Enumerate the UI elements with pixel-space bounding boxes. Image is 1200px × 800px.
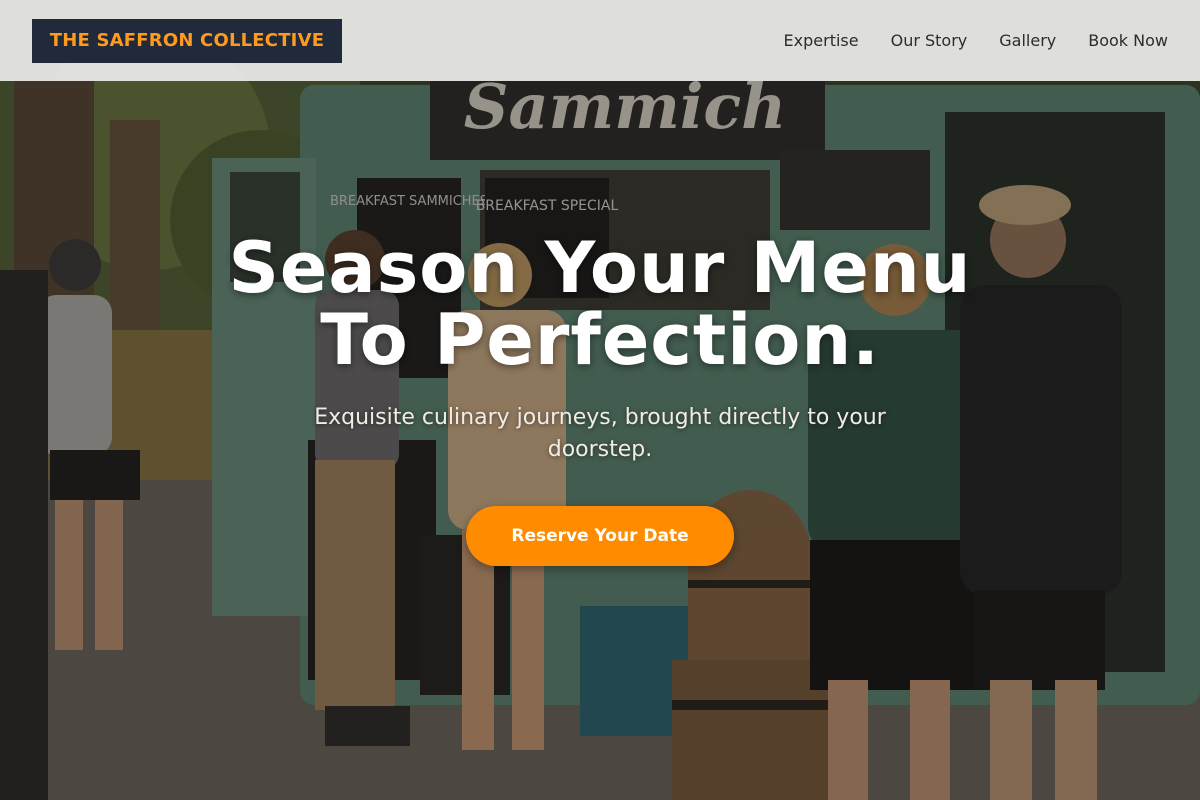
hero-headline: Season Your Menu To Perfection. xyxy=(0,232,1200,376)
main-nav: Expertise Our Story Gallery Book Now xyxy=(784,31,1168,50)
reserve-date-button[interactable]: Reserve Your Date xyxy=(466,506,734,566)
hero-headline-line-2: To Perfection. xyxy=(320,299,880,381)
brand-logo[interactable]: THE SAFFRON COLLECTIVE xyxy=(32,18,342,63)
hero-headline-line-1: Season Your Menu xyxy=(228,227,972,309)
site-header: THE SAFFRON COLLECTIVE Expertise Our Sto… xyxy=(0,0,1200,81)
hero-copy: Season Your Menu To Perfection. Exquisit… xyxy=(0,232,1200,466)
nav-link-gallery[interactable]: Gallery xyxy=(999,31,1056,50)
hero-subheadline: Exquisite culinary journeys, brought dir… xyxy=(314,405,886,462)
nav-link-our-story[interactable]: Our Story xyxy=(891,31,968,50)
nav-link-book-now[interactable]: Book Now xyxy=(1088,31,1168,50)
nav-link-expertise[interactable]: Expertise xyxy=(784,31,859,50)
